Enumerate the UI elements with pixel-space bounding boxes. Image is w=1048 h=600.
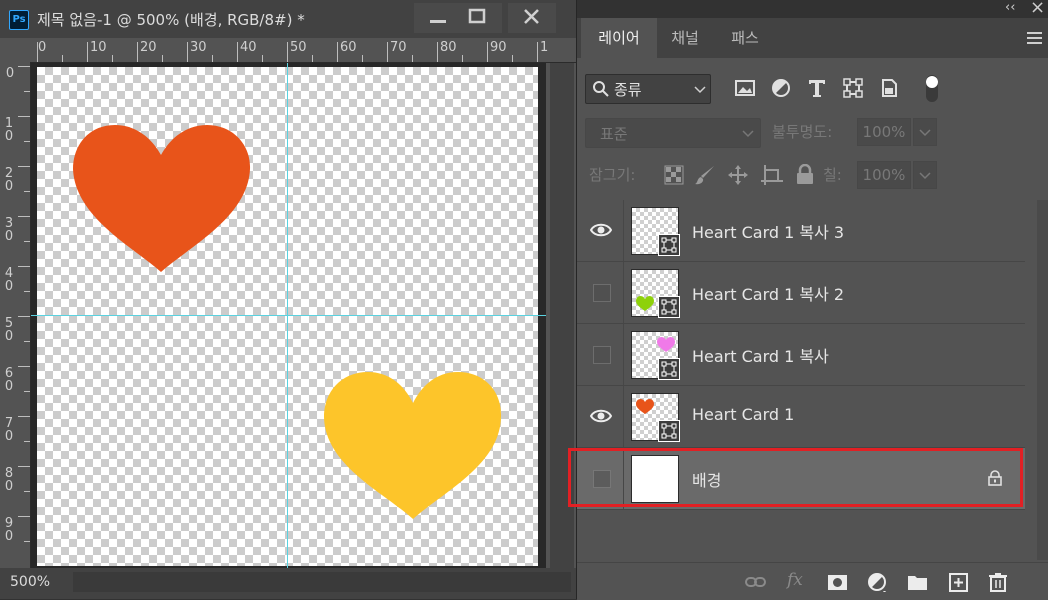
layers-list: Heart Card 1 복사 3 Heart Card 1 복사 2 Hear…	[568, 200, 1037, 560]
panel-header-strip: ‹‹ ×	[577, 0, 1048, 18]
thumbnail-heart	[657, 337, 675, 352]
visibility-eye-icon[interactable]	[590, 221, 612, 239]
layer-mask-icon[interactable]	[827, 572, 849, 592]
row-divider	[623, 386, 624, 447]
layer-thumbnail[interactable]	[631, 207, 680, 256]
link-layers-icon[interactable]	[745, 572, 767, 592]
fx-icon[interactable]: fx	[787, 570, 803, 590]
visibility-eye-icon[interactable]	[590, 407, 612, 425]
new-layer-icon[interactable]	[948, 572, 970, 592]
maximize-icon	[468, 8, 486, 24]
delete-layer-icon[interactable]	[988, 572, 1010, 592]
horizontal-guide[interactable]	[31, 315, 546, 316]
smart-object-filter-icon[interactable]	[879, 78, 899, 98]
opacity-dropdown[interactable]	[913, 118, 937, 146]
opacity-input[interactable]: 100%	[857, 118, 911, 146]
shape-filter-icon[interactable]	[843, 78, 863, 98]
lock-image-pixels-icon[interactable]	[694, 164, 716, 186]
adjustment-layer-icon[interactable]	[867, 572, 889, 592]
lock-position-icon[interactable]	[727, 164, 749, 186]
layers-scrollbar[interactable]	[1037, 200, 1048, 560]
layer-name: Heart Card 1	[692, 405, 795, 424]
horizontal-scrollbar[interactable]	[73, 572, 571, 592]
row-divider	[623, 200, 624, 261]
maximize-button[interactable]	[454, 3, 502, 33]
smart-object-badge-icon	[658, 420, 680, 442]
panel-menu-icon[interactable]	[1027, 31, 1043, 45]
row-divider	[623, 324, 624, 385]
layer-name: Heart Card 1 복사 2	[692, 285, 845, 304]
tab-layers[interactable]: 레이어	[581, 18, 657, 58]
blend-mode-label: 표준	[600, 125, 628, 143]
document-title-bar[interactable]: Ps 제목 없음-1 @ 500% (배경, RGB/8#) *	[0, 0, 576, 38]
filter-kind-select[interactable]: 종류	[585, 74, 711, 104]
image-filter-icon[interactable]	[735, 78, 755, 98]
horizontal-ruler[interactable]: 0 10 20 30 40 50 60 70 80 90 1	[0, 38, 576, 63]
close-icon	[524, 9, 539, 24]
highlight-annotation	[568, 448, 1023, 507]
lock-label: 잠그기:	[589, 166, 636, 184]
row-divider	[623, 262, 624, 323]
chevron-down-icon	[694, 86, 706, 94]
lock-artboard-icon[interactable]	[760, 164, 784, 186]
layers-panel: ‹‹ × 레이어 채널 패스 종류 표준 불투명도: 100% 잠그기: 칠: …	[568, 0, 1048, 600]
yellow-heart-shape[interactable]	[324, 372, 502, 519]
status-bar: 500%	[0, 568, 576, 599]
layer-thumbnail[interactable]	[631, 331, 680, 380]
panel-tabs: 레이어 채널 패스	[577, 18, 1048, 58]
layer-row[interactable]: Heart Card 1 복사 3	[577, 200, 1025, 262]
close-window-button[interactable]	[508, 3, 556, 33]
zoom-level[interactable]: 500%	[10, 572, 68, 592]
horizontal-ruler-ticks	[37, 42, 538, 62]
type-filter-icon[interactable]	[807, 78, 827, 98]
orange-heart-shape[interactable]	[73, 125, 251, 272]
chevron-down-icon	[919, 172, 931, 180]
layers-bottom-toolbar: fx	[577, 562, 1048, 600]
layer-row[interactable]: Heart Card 1 복사 2	[577, 262, 1025, 324]
layer-row[interactable]: Heart Card 1	[577, 386, 1025, 448]
blend-mode-select[interactable]: 표준	[585, 118, 761, 148]
blend-row: 표준 불투명도: 100%	[577, 115, 1048, 149]
layer-row[interactable]: Heart Card 1 복사	[577, 324, 1025, 386]
layer-thumbnail[interactable]	[631, 269, 680, 318]
search-icon	[593, 81, 609, 97]
vertical-ruler-ticks	[18, 66, 30, 542]
filter-kind-label: 종류	[614, 81, 642, 99]
smart-object-badge-icon	[658, 358, 680, 380]
group-folder-icon[interactable]	[907, 572, 929, 592]
layer-filter-row: 종류	[577, 70, 1048, 106]
chevron-down-icon	[742, 130, 754, 138]
collapse-panels-button[interactable]: ‹‹	[1005, 0, 1015, 15]
layer-thumbnail[interactable]	[631, 393, 680, 442]
thumbnail-heart	[636, 399, 654, 414]
close-panel-button[interactable]: ×	[1030, 0, 1045, 18]
filter-toggle-icon[interactable]	[923, 74, 941, 104]
photoshop-logo: Ps	[9, 10, 29, 30]
smart-object-badge-icon	[658, 234, 680, 256]
visibility-toggle[interactable]	[593, 346, 611, 364]
thumbnail-heart	[636, 296, 654, 311]
smart-object-badge-icon	[658, 296, 680, 318]
lock-transparent-pixels-icon[interactable]	[664, 165, 684, 185]
opacity-label: 불투명도:	[772, 123, 833, 141]
lock-row: 잠그기: 칠: 100%	[577, 158, 1048, 192]
layer-name: Heart Card 1 복사 3	[692, 223, 845, 242]
lock-all-icon[interactable]	[795, 164, 815, 186]
chevron-down-icon	[919, 129, 931, 137]
adjustment-filter-icon[interactable]	[771, 78, 791, 98]
vertical-ruler[interactable]: 0 10 20 30 40 50 60 70 80 90	[0, 62, 31, 568]
document-window: Ps 제목 없음-1 @ 500% (배경, RGB/8#) * 0 10 20…	[0, 0, 577, 599]
tab-channels[interactable]: 채널	[657, 18, 713, 58]
fill-dropdown[interactable]	[913, 161, 937, 189]
document-title: 제목 없음-1 @ 500% (배경, RGB/8#) *	[37, 11, 305, 29]
fill-input[interactable]: 100%	[857, 161, 911, 189]
fill-label: 칠:	[823, 166, 842, 184]
visibility-toggle[interactable]	[593, 284, 611, 302]
tab-paths[interactable]: 패스	[713, 18, 777, 58]
layer-name: Heart Card 1 복사	[692, 347, 829, 366]
